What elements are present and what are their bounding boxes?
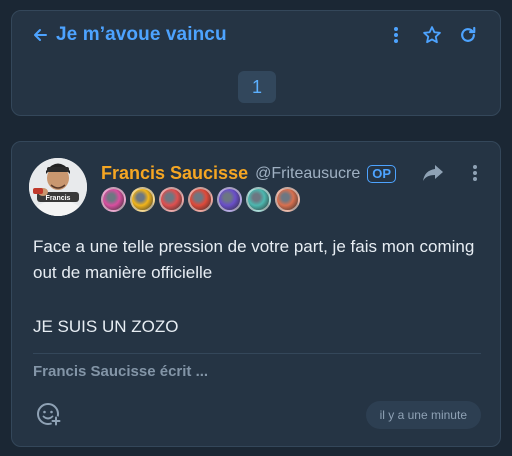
star-icon[interactable]	[422, 23, 442, 47]
avatar[interactable]: Francis	[29, 158, 87, 216]
emoji-add-icon	[36, 401, 62, 432]
topic-header: Je m’avoue vaincu 1	[11, 10, 501, 116]
post-paragraph: Face a une telle pression de votre part,…	[33, 237, 475, 282]
divider	[33, 353, 481, 354]
arrow-left-icon	[32, 27, 48, 43]
post-paragraph: JE SUIS UN ZOZO	[33, 317, 179, 336]
badge-icon[interactable]	[217, 187, 242, 212]
author-name[interactable]: Francis Saucisse	[101, 163, 248, 184]
add-reaction-button[interactable]	[35, 402, 63, 430]
badge-icon[interactable]	[275, 187, 300, 212]
share-icon[interactable]	[422, 164, 444, 182]
timestamp[interactable]: il y a une minute	[365, 401, 481, 429]
badge-icon[interactable]	[188, 187, 213, 212]
back-button[interactable]: Je m’avoue vaincu	[32, 23, 227, 47]
avatar-caption: Francis	[46, 195, 71, 202]
author-handle[interactable]: @Friteausucre	[255, 165, 360, 183]
op-badge: OP	[367, 164, 397, 183]
badge-icon[interactable]	[159, 187, 184, 212]
badge-icon[interactable]	[246, 187, 271, 212]
topic-title: Je m’avoue vaincu	[56, 24, 227, 45]
badge-list	[101, 187, 300, 212]
more-vertical-icon[interactable]	[386, 23, 406, 47]
page-number-button[interactable]: 1	[238, 71, 276, 103]
post-card: Francis Francis Saucisse @Friteausucre O…	[11, 141, 501, 447]
badge-icon[interactable]	[130, 187, 155, 212]
typing-indicator: Francis Saucisse écrit ...	[33, 363, 209, 380]
post-body: Face a une telle pression de votre part,…	[33, 234, 483, 340]
more-vertical-icon[interactable]	[472, 164, 478, 182]
refresh-icon[interactable]	[458, 23, 478, 47]
badge-icon[interactable]	[101, 187, 126, 212]
